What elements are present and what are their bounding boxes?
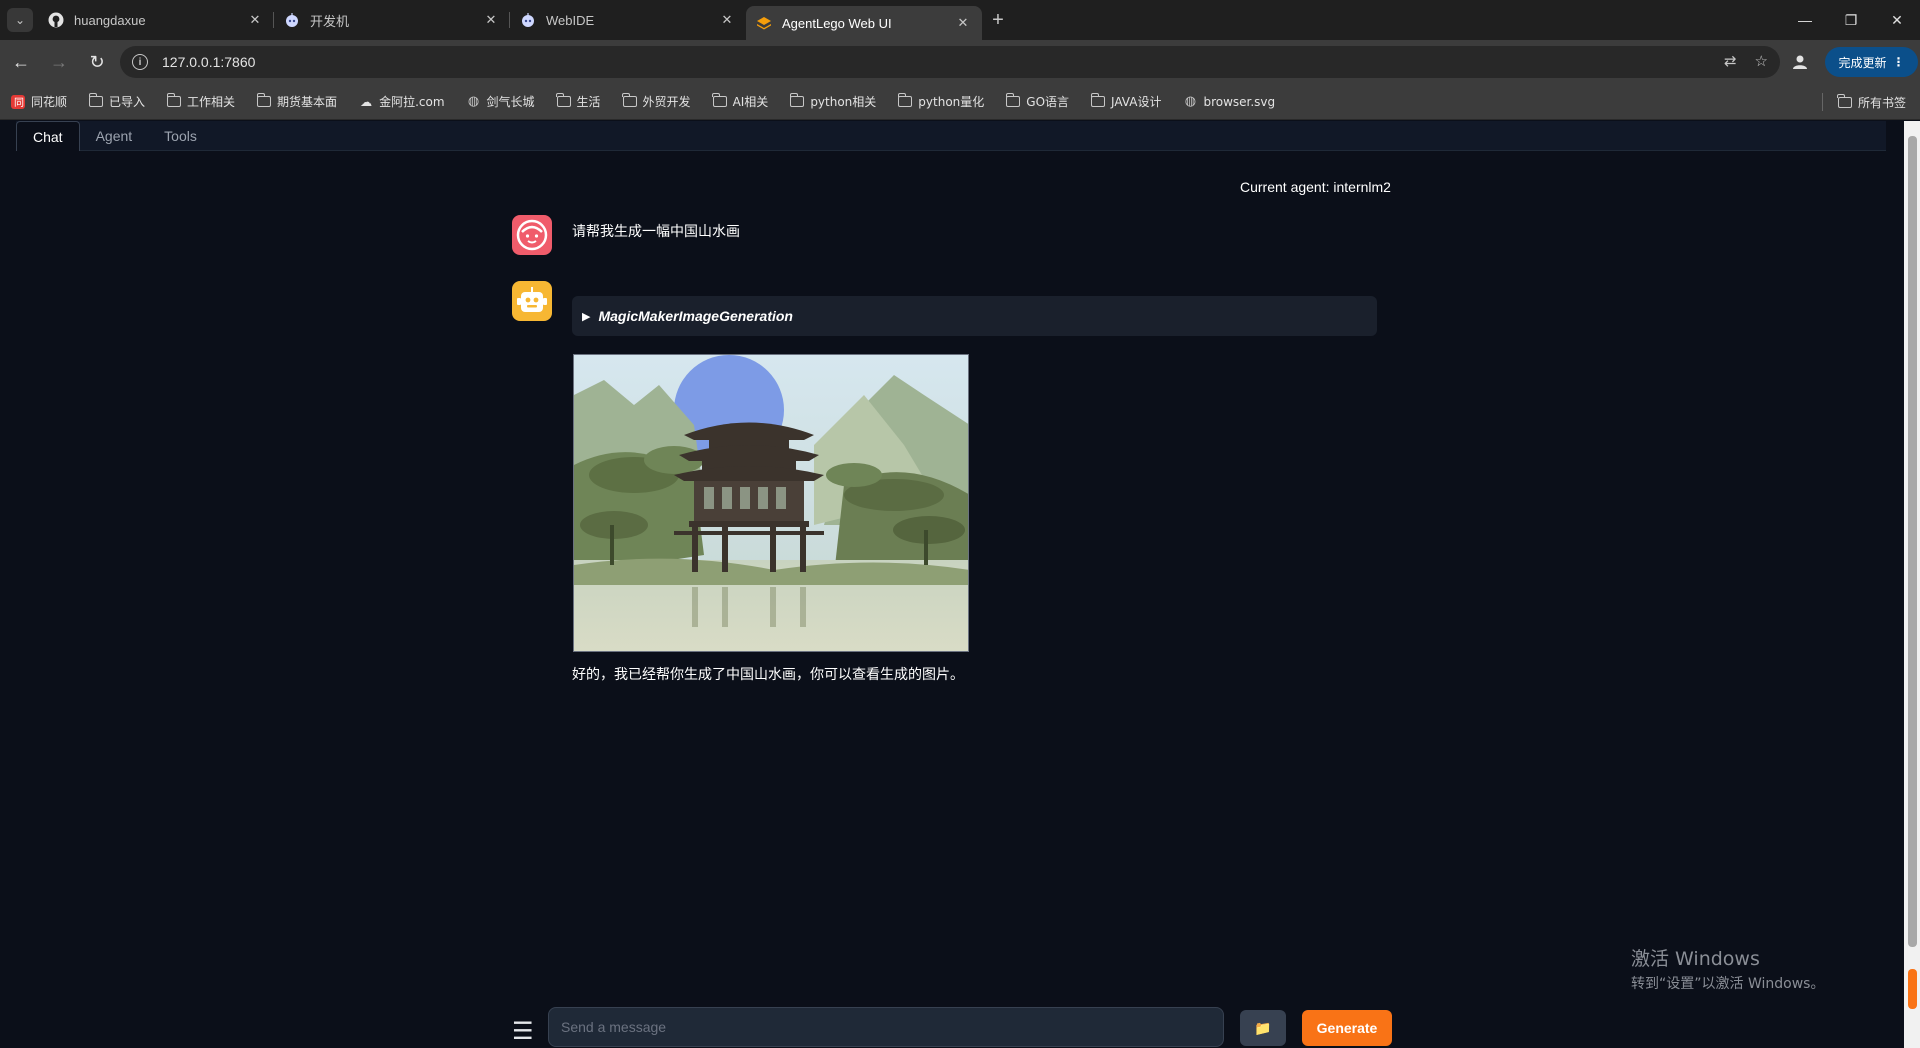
- close-icon[interactable]: ✕: [718, 11, 736, 29]
- page-scrollbar[interactable]: [1904, 121, 1920, 1048]
- upload-button[interactable]: 📁: [1240, 1010, 1286, 1046]
- bookmark-star-icon[interactable]: ☆: [1755, 52, 1768, 70]
- github-icon: [48, 12, 64, 28]
- windows-activation-title: 激活 Windows: [1631, 948, 1760, 970]
- current-agent-label: Current agent: internlm2: [1240, 179, 1391, 195]
- tab-tools[interactable]: Tools: [148, 121, 213, 151]
- landscape-painting: [574, 355, 968, 651]
- tab-title: WebIDE: [546, 12, 595, 28]
- tab-title: 开发机: [310, 13, 350, 29]
- tab-chat[interactable]: Chat: [16, 121, 80, 151]
- folder-upload-icon: 📁: [1254, 1019, 1272, 1036]
- browser-tab-webide[interactable]: WebIDE ✕: [510, 0, 746, 40]
- generated-landscape-image[interactable]: [573, 354, 969, 652]
- tab-list: huangdaxue ✕ 开发机 ✕ WebIDE ✕ AgentLego We…: [38, 0, 1014, 40]
- folder-icon: [1837, 93, 1853, 109]
- bookmark-folder[interactable]: 已导入: [88, 93, 145, 110]
- url-text[interactable]: 127.0.0.1:7860: [162, 54, 255, 70]
- browser-tab-github[interactable]: huangdaxue ✕: [38, 0, 274, 40]
- reload-icon[interactable]: ↻: [80, 45, 114, 79]
- all-bookmarks-folder[interactable]: 所有书签: [1837, 93, 1906, 111]
- robot-icon: [520, 12, 536, 28]
- bookmark-folder[interactable]: GO语言: [1005, 93, 1069, 110]
- bot-avatar: [512, 281, 552, 321]
- tab-title: huangdaxue: [74, 12, 146, 28]
- bookmark-folder[interactable]: JAVA设计: [1090, 93, 1161, 110]
- user-avatar: [512, 215, 552, 255]
- globe-icon: ◍: [467, 94, 480, 109]
- browser-tab-devbox[interactable]: 开发机 ✕: [274, 0, 510, 40]
- bookmark-folder[interactable]: AI相关: [712, 93, 768, 110]
- bookmark-folder[interactable]: 期货基本面: [256, 93, 337, 110]
- tool-call-accordion[interactable]: ▶ MagicMakerImageGeneration: [572, 296, 1377, 336]
- bookmark-item[interactable]: ◍ 剑气长城: [466, 93, 535, 110]
- expand-arrow-icon: ▶: [582, 310, 591, 323]
- generate-button[interactable]: Generate: [1302, 1010, 1392, 1046]
- bookmark-folder[interactable]: 外贸开发: [622, 93, 691, 110]
- scrollbar-accent: [1908, 969, 1917, 1009]
- folder-icon: [556, 93, 572, 109]
- browser-toolbar: ← → ↻ i 127.0.0.1:7860 ⇄ ☆ 完成更新 ⋮: [0, 40, 1920, 84]
- user-face-icon: [516, 219, 548, 251]
- folder-icon: [88, 93, 104, 109]
- bot-reply-message: 好的，我已经帮你生成了中国山水画，你可以查看生成的图片。: [572, 667, 964, 683]
- layers-icon: [756, 15, 772, 31]
- browser-tab-strip: ⌄ huangdaxue ✕ 开发机 ✕ WebIDE ✕ AgentLego …: [0, 0, 1920, 40]
- browser-tab-agentlego[interactable]: AgentLego Web UI ✕: [746, 6, 982, 40]
- folder-icon: [712, 93, 728, 109]
- update-label: 完成更新: [1838, 55, 1887, 70]
- window-controls: — ❐ ✕: [1782, 0, 1920, 40]
- cloud-icon: ☁: [360, 94, 373, 109]
- bookmarks-bar: 同 同花顺 已导入 工作相关 期货基本面 ☁ 金阿拉.com ◍ 剑气长城 生活 外…: [0, 84, 1920, 120]
- update-button[interactable]: 完成更新 ⋮: [1825, 47, 1918, 77]
- folder-icon: [622, 93, 638, 109]
- tab-search-button[interactable]: ⌄: [7, 8, 33, 32]
- app-tab-bar: Chat Agent Tools: [16, 121, 1886, 151]
- folder-icon: [166, 93, 182, 109]
- restore-icon[interactable]: ❐: [1828, 0, 1874, 40]
- close-icon[interactable]: ✕: [954, 14, 972, 32]
- folder-icon: [897, 93, 913, 109]
- bookmark-folder[interactable]: 生活: [556, 93, 601, 110]
- bookmark-item[interactable]: ◍ browser.svg: [1182, 94, 1275, 109]
- more-menu-icon: ⋮: [1892, 55, 1905, 69]
- bookmark-folder[interactable]: python量化: [897, 93, 984, 110]
- robot-icon: [284, 12, 300, 28]
- windows-activation-subtitle: 转到“设置”以激活 Windows。: [1631, 976, 1825, 992]
- bookmark-folder[interactable]: 工作相关: [166, 93, 235, 110]
- tab-agent[interactable]: Agent: [80, 121, 149, 151]
- scrollbar-thumb[interactable]: [1908, 136, 1917, 947]
- new-tab-button[interactable]: +: [982, 0, 1014, 40]
- close-icon[interactable]: ✕: [246, 11, 264, 29]
- translate-icon[interactable]: ⇄: [1724, 52, 1737, 70]
- agentlego-app: Chat Agent Tools Current agent: internlm…: [0, 121, 1904, 1048]
- hamburger-menu-icon[interactable]: ☰: [512, 1017, 534, 1046]
- globe-icon: ◍: [1184, 94, 1197, 109]
- svg-text:同: 同: [14, 97, 24, 109]
- close-window-icon[interactable]: ✕: [1874, 0, 1920, 40]
- bookmark-folder[interactable]: python相关: [789, 93, 876, 110]
- back-icon[interactable]: ←: [4, 45, 38, 79]
- forward-icon[interactable]: →: [42, 45, 76, 79]
- close-icon[interactable]: ✕: [482, 11, 500, 29]
- profile-icon[interactable]: [1788, 50, 1812, 74]
- minimize-icon[interactable]: —: [1782, 0, 1828, 40]
- folder-icon: [256, 93, 272, 109]
- site-info-icon[interactable]: i: [132, 54, 148, 70]
- tonghuashun-icon: 同: [10, 94, 26, 109]
- robot-face-icon: [517, 287, 547, 312]
- folder-icon: [789, 93, 805, 109]
- user-message: 请帮我生成一幅中国山水画: [572, 224, 740, 240]
- tab-title: AgentLego Web UI: [782, 15, 892, 31]
- folder-icon: [1090, 93, 1106, 109]
- address-bar[interactable]: i 127.0.0.1:7860 ⇄ ☆: [120, 46, 1780, 78]
- bookmark-item[interactable]: ☁ 金阿拉.com: [358, 93, 444, 110]
- tool-call-name: MagicMakerImageGeneration: [598, 308, 793, 324]
- bookmark-item[interactable]: 同 同花顺: [10, 93, 67, 110]
- folder-icon: [1005, 93, 1021, 109]
- message-input[interactable]: [548, 1007, 1224, 1047]
